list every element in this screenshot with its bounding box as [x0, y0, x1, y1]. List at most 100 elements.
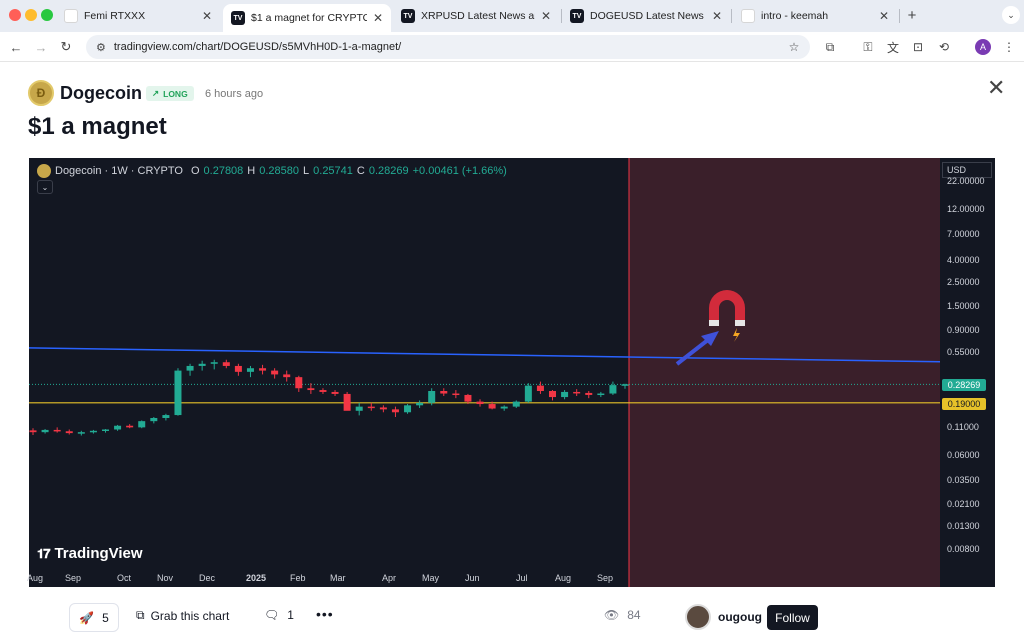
browser-tab[interactable]: Femi RTXXX ✕	[56, 4, 220, 28]
candle-body	[162, 415, 170, 419]
follow-button[interactable]: Follow	[767, 605, 818, 630]
browser-tab[interactable]: intro - keemah ✕	[733, 4, 897, 28]
legend-low: 0.25741	[313, 165, 353, 177]
legend-open: 0.27808	[203, 165, 244, 177]
browser-tab[interactable]: TV DOGEUSD Latest News and H ✕	[562, 4, 730, 28]
back-arrow-icon[interactable]: ←	[7, 38, 25, 56]
candle-body	[331, 391, 339, 394]
close-tab-icon[interactable]: ✕	[712, 9, 722, 23]
tab-separator	[731, 9, 732, 23]
arrow-up-right-icon: ↗	[152, 88, 160, 98]
candle-body	[512, 401, 520, 407]
tab-title: XRPUSD Latest News and Hea	[421, 10, 535, 22]
price-tick: 0.03500	[947, 475, 980, 486]
time-tick: Dec	[199, 573, 216, 583]
chart-legend: Dogecoin · 1W · CRYPTO O 0.27808 H 0.28580…	[37, 164, 507, 178]
address-bar[interactable]: ⚙ tradingview.com/chart/DOGEUSD/s5MVhH0D…	[86, 35, 810, 59]
screenshot-icon[interactable]: ⊡	[909, 38, 927, 56]
idea-title: $1 a magnet	[28, 113, 167, 140]
magnet-tip-right	[735, 320, 745, 326]
dogecoin-logo-icon[interactable]: Ð	[28, 80, 54, 106]
legend-o-label: O	[190, 165, 200, 177]
candle-body	[464, 394, 472, 402]
url-text: tradingview.com/chart/DOGEUSD/s5MVhH0D-1…	[113, 41, 402, 53]
browser-toolbar: ← → ↻ ⚙ tradingview.com/chart/DOGEUSD/s5…	[0, 32, 1024, 62]
last-price-badge: 0.28269	[942, 379, 986, 391]
legend-collapse-chevron-icon[interactable]: ⌄	[37, 180, 53, 194]
forward-arrow-icon[interactable]: →	[32, 38, 50, 56]
watermark-text: TradingView	[54, 545, 143, 562]
time-tick: Oct	[117, 573, 132, 583]
candle-body	[150, 418, 158, 422]
author-name[interactable]: ougoug	[718, 610, 762, 624]
site-info-icon[interactable]: ⚙	[96, 41, 106, 54]
candle-body	[259, 368, 267, 371]
eye-icon: 👁	[604, 608, 620, 622]
close-tab-icon[interactable]: ✕	[202, 9, 212, 23]
close-icon[interactable]: ✕	[987, 77, 1005, 99]
candle-body	[404, 405, 412, 413]
price-tick: 7.00000	[947, 229, 980, 240]
candle-body	[174, 370, 182, 416]
dogecoin-small-icon	[37, 164, 51, 178]
menu-kebab-icon[interactable]: ⋮	[1000, 38, 1018, 56]
reload-icon[interactable]: ↻	[57, 38, 75, 56]
close-window-button[interactable]	[9, 9, 21, 21]
candle-body	[416, 402, 424, 406]
browser-tab-active[interactable]: TV $1 a magnet for CRYPTO:DOG ✕	[223, 4, 391, 32]
close-tab-icon[interactable]: ✕	[373, 11, 383, 25]
price-tick: 12.00000	[947, 204, 985, 215]
minimize-window-button[interactable]	[25, 9, 37, 21]
direction-badge: ↗ LONG	[146, 86, 194, 101]
time-tick: Feb	[290, 573, 306, 583]
boost-button[interactable]: 🚀 5	[69, 603, 119, 632]
tradingview-icon: TV	[570, 9, 584, 23]
symbol-name[interactable]: Dogecoin	[60, 83, 142, 104]
price-chart[interactable]: Dogecoin · 1W · CRYPTO O 0.27808 H 0.28580…	[27, 158, 995, 587]
time-tick: Mar	[330, 573, 346, 583]
new-tab-button[interactable]: +	[903, 6, 921, 24]
price-tick: 0.55000	[947, 347, 980, 358]
legend-l-label: L	[303, 165, 310, 177]
author-avatar[interactable]	[685, 604, 711, 630]
candle-body	[65, 431, 73, 434]
candle-body	[452, 393, 460, 396]
candle-body	[561, 391, 569, 398]
history-icon[interactable]: ⟲	[935, 38, 953, 56]
candle-body	[524, 385, 532, 402]
time-tick: Nov	[157, 573, 174, 583]
candle-body	[271, 370, 279, 375]
candle-body	[210, 362, 218, 364]
tab-search-chevron-icon[interactable]: ⌄	[1002, 6, 1020, 24]
rocket-icon: 🚀	[79, 610, 95, 625]
tradingview-icon: TV	[401, 9, 415, 23]
boost-count: 5	[102, 610, 109, 625]
price-tick: 22.00000	[947, 176, 985, 186]
legend-high: 0.28580	[259, 165, 300, 177]
grab-chart-button[interactable]: ⧉ Grab this chart	[136, 608, 229, 623]
price-tick: 2.50000	[947, 277, 980, 288]
bookmark-star-icon[interactable]: ☆	[785, 38, 803, 56]
close-tab-icon[interactable]: ✕	[879, 9, 889, 23]
more-options-icon[interactable]: •••	[316, 606, 334, 622]
comments-button[interactable]: 🗨 1	[264, 608, 294, 622]
candle-body	[355, 406, 363, 411]
candle-body	[379, 407, 387, 410]
translate-icon[interactable]: 文	[884, 38, 902, 56]
candle-body	[234, 365, 242, 372]
candle-body	[573, 391, 581, 394]
candle-body	[53, 429, 61, 432]
candle-body	[246, 368, 254, 372]
password-key-icon[interactable]: ⚿	[859, 38, 877, 56]
extensions-icon[interactable]: ⧉	[821, 38, 839, 56]
candle-body	[186, 365, 194, 371]
tab-title: $1 a magnet for CRYPTO:DOG	[251, 12, 367, 24]
chart-canvas[interactable]	[29, 158, 995, 587]
profile-avatar[interactable]: A	[975, 39, 991, 55]
price-tick: 0.02100	[947, 499, 980, 510]
maximize-window-button[interactable]	[41, 9, 53, 21]
candle-body	[138, 421, 146, 428]
browser-tab[interactable]: TV XRPUSD Latest News and Hea ✕	[393, 4, 559, 28]
candle-body	[114, 425, 122, 430]
close-tab-icon[interactable]: ✕	[541, 9, 551, 23]
